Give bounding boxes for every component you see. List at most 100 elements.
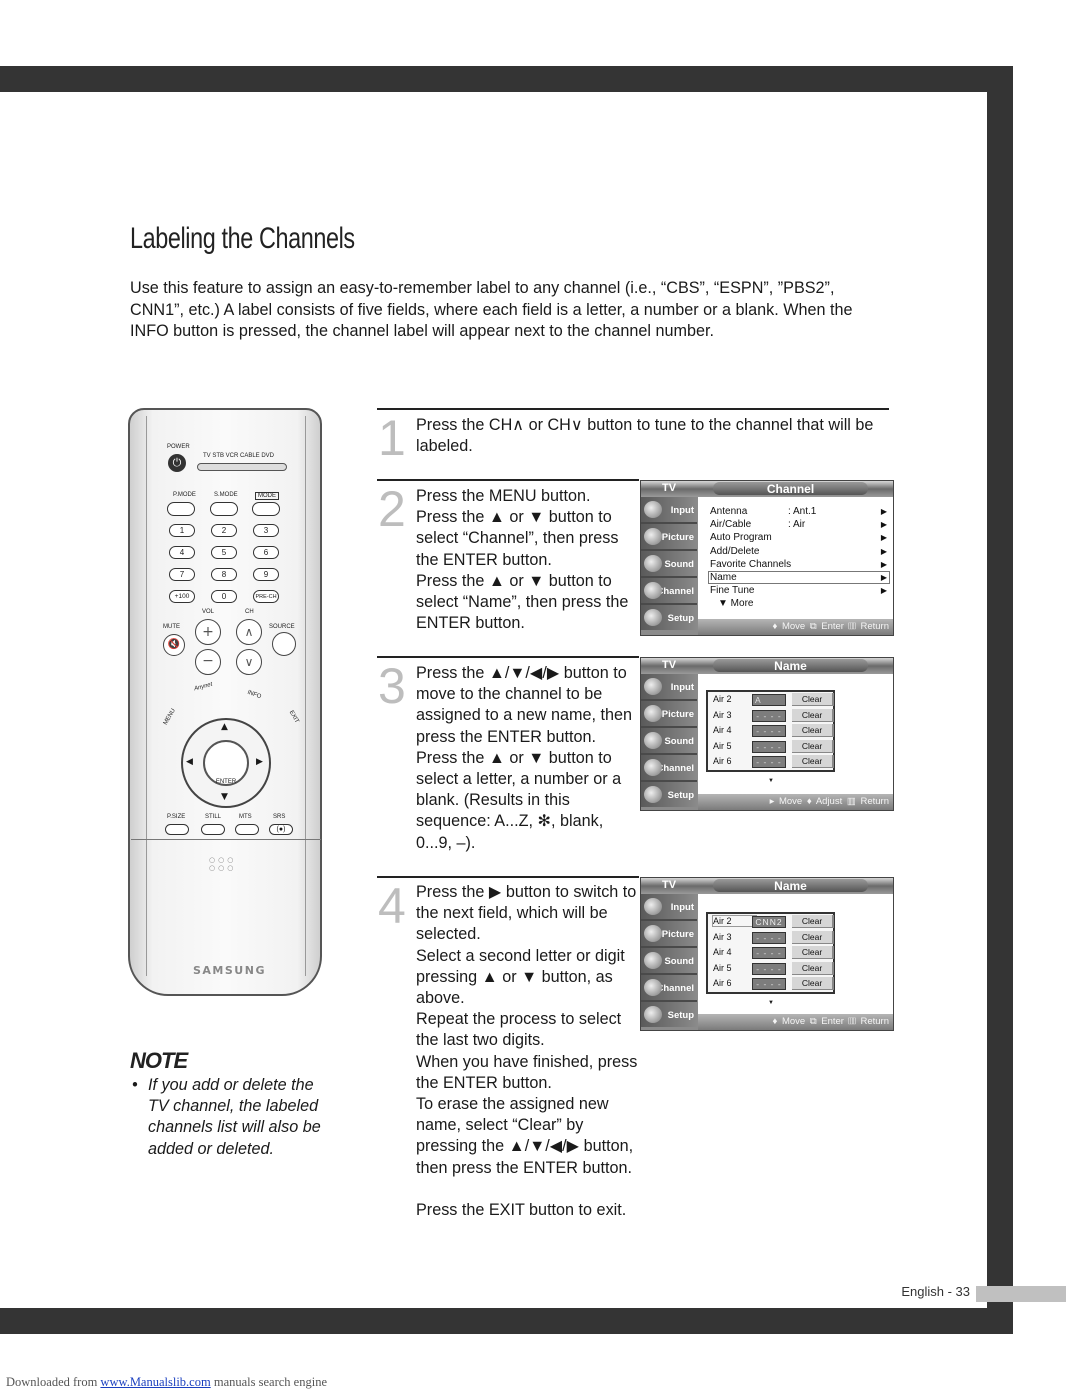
osd-sidebar-picture: Picture [641,921,697,948]
step-4-text: Press the ▶ button to switch to the next… [416,882,644,1221]
page-frame-top [0,66,1013,92]
name-row: Air 3- - - - Clear [708,930,834,946]
note-body: If you add or delete the TV channel, the… [148,1076,321,1158]
osd-sidebar-input: Input [641,894,697,921]
name-field: CNN2 [752,916,786,928]
arrow-right-icon: ▶ [880,585,887,595]
ch-label: CH [245,609,254,615]
arrow-right-icon: ▶ [880,572,887,582]
mode-button [252,502,280,516]
menu-item-air-cable: Air/Cable: Air ▶ [710,519,887,531]
menu-item-antenna: Antenna: Ant.1 ▶ [710,506,887,517]
page-number: English - 33 [901,1284,970,1299]
step-2-number: 2 [378,481,406,537]
pmode-button [167,502,195,516]
step-2-rule [377,479,639,481]
digit-6-button: 6 [253,546,279,559]
samsung-logo: SAMSUNG [193,964,266,977]
name-field: - - - - [752,962,786,975]
scroll-down-icon: ▼ [768,1000,774,1006]
name-field: - - - - [752,725,786,738]
step-1-text: Press the CH∧ or CH∨ button to tune to t… [416,415,876,457]
digit-2-button: 2 [211,524,237,537]
step-1-rule [377,408,889,410]
dpad-down-icon: ▼ [221,792,228,802]
step-3-line: Press the ▲/▼/◀/▶ button to move to the … [416,664,632,746]
arrow-right-icon: ▶ [880,559,887,569]
footer-suffix: manuals search engine [213,1375,327,1389]
osd-sidebar-setup: Setup [641,782,697,807]
page-frame-bottom [0,1308,1013,1334]
info-label: INFO [246,689,262,701]
setup-icon [644,609,662,626]
osd-sidebar-channel: Channel [641,755,697,782]
name-list: Air 2 A Clear Air 3- - - - Clear Air 4- - -… [706,690,835,772]
step-2-line: Press the ▲ or ▼ button to select “Name”… [416,571,629,633]
page-title: Labeling the Channels [130,222,355,255]
osd-sidebar-picture: Picture [641,701,697,728]
anynet-label: Anynet [193,681,214,693]
mts-label: MTS [239,814,252,820]
name-row: Air 6- - - - Clear [708,976,834,992]
exit-instruction: Press the EXIT button to exit. [416,1200,627,1219]
osd-title: Name [713,659,868,673]
clear-button: Clear [792,961,834,975]
name-row: Air 5- - - - Clear [708,739,834,755]
psize-button [165,824,189,835]
note-bullet: • [132,1076,138,1094]
step-3-number: 3 [378,658,406,714]
digit-7-button: 7 [169,568,195,581]
picture-icon [644,925,662,942]
step-4-number: 4 [378,878,406,934]
speaker-holes: ○○○ ○○○ [209,856,237,872]
osd-footer-hints: ▸ Move ♦ Adjust ▥ Return [698,794,893,810]
arrow-right-icon: ▶ [880,507,887,516]
mode-label: MODE [255,492,279,500]
osd-name-body: Air 2 A Clear Air 3- - - - Clear Air 4- - -… [698,674,893,794]
still-button [201,824,225,835]
clear-button: Clear [792,755,834,769]
name-field: - - - - [752,709,786,722]
channel-icon [644,759,662,776]
page-frame-right [987,66,1013,1334]
menu-item-add-delete: Add/Delete ▶ [710,545,887,557]
page-tab [976,1286,1066,1302]
remote-divider [131,839,321,840]
menu-item-fine-tune: Fine Tune ▶ [710,584,887,596]
note-text: • If you add or delete the TV channel, t… [130,1075,330,1160]
vol-label: VOL [202,609,215,615]
digit-1-button: 1 [169,524,195,537]
channel-icon [644,582,662,599]
exit-label: EXIT [287,709,300,725]
osd-sidebar-channel: Channel [641,975,697,1002]
prech-button: PRE-CH [253,590,279,603]
step-4-line: When you have finished, press the ENTER … [416,1052,638,1092]
step-4-rule [377,876,639,878]
digit-5-button: 5 [211,546,237,559]
input-icon [644,501,662,518]
ch-up-button: ∧ [236,619,262,645]
step-3-rule [377,656,639,658]
step-1-number: 1 [378,410,406,466]
psize-label: P.SIZE [167,814,186,820]
clear-button: Clear [792,739,834,753]
setup-icon [644,1006,662,1023]
source-button [272,632,296,656]
remote-control-illustration: POWER ⏻ TV STB VCR CABLE DVD P.MODE S.MO… [128,408,322,996]
dpad-up-icon: ▲ [221,722,228,732]
name-row: Air 2 A Clear [708,692,834,708]
name-row: Air 5- - - - Clear [708,961,834,977]
still-label: STILL [205,814,222,820]
osd-sidebar-sound: Sound [641,728,697,755]
footer-prefix: Downloaded from [6,1375,98,1389]
mute-label: MUTE [163,624,180,630]
manualslib-link[interactable]: www.Manualslib.com [100,1375,210,1389]
picture-icon [644,705,662,722]
osd-menu-list: Antenna: Ant.1 ▶ Air/Cable: Air ▶ Auto Pro… [698,497,893,619]
smode-label: S.MODE [214,492,238,498]
menu-item-more: ▼ More [718,598,754,610]
mute-button: 🔇 [163,634,185,656]
name-field: - - - - [752,947,786,960]
name-row: Air 4- - - - Clear [708,723,834,739]
name-field: A [752,694,786,706]
